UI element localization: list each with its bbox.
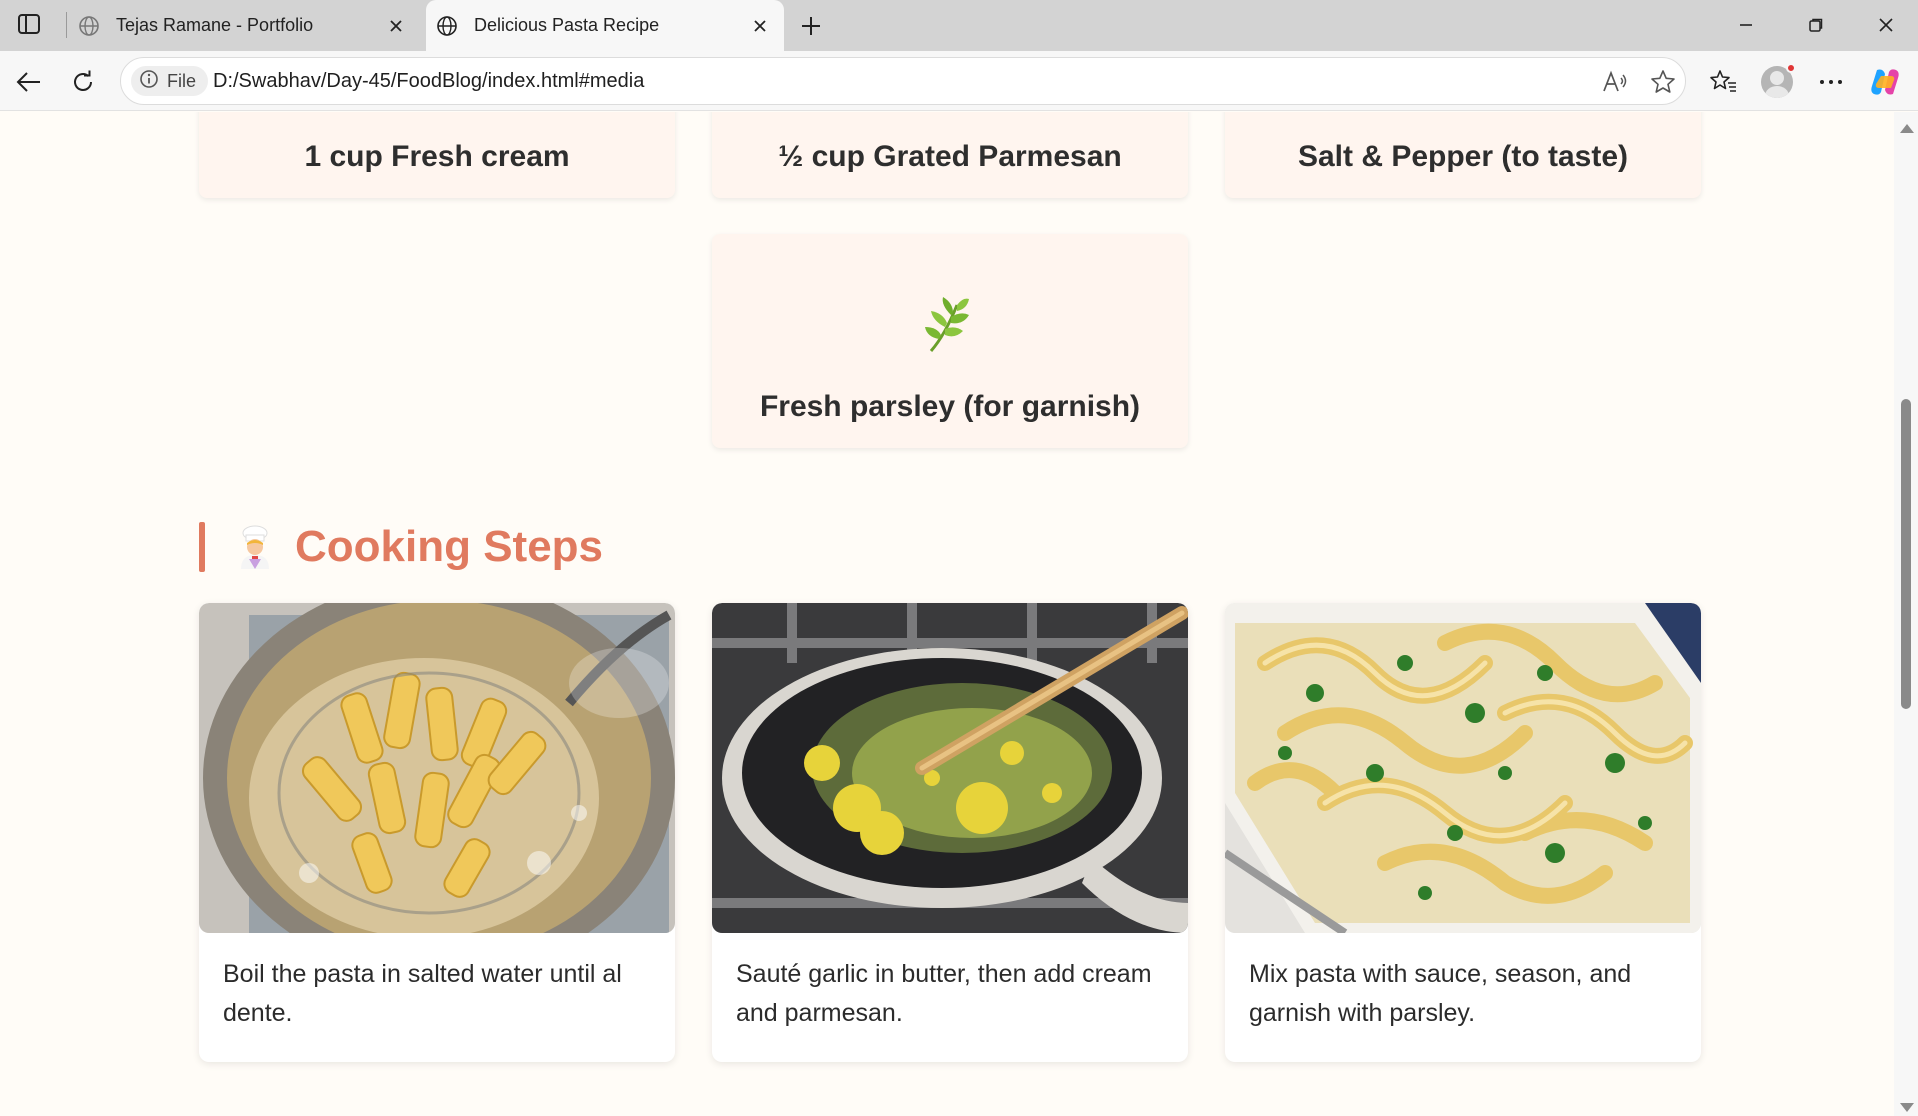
- close-window-icon[interactable]: [1866, 8, 1906, 42]
- close-icon[interactable]: [382, 12, 410, 40]
- ingredient-card: Salt & Pepper (to taste): [1225, 112, 1701, 198]
- step-description: Boil the pasta in salted water until al …: [223, 960, 622, 1027]
- tab-title: Tejas Ramane - Portfolio: [116, 15, 314, 35]
- close-icon[interactable]: [746, 12, 774, 40]
- url-text[interactable]: D:/Swabhav/Day-45/FoodBlog/index.html#me…: [213, 70, 644, 93]
- favorites-icon[interactable]: [1706, 65, 1740, 99]
- ingredient-card: ½ cup Grated Parmesan: [712, 112, 1188, 198]
- scroll-down-arrow-icon[interactable]: [1900, 1103, 1914, 1112]
- step-card: Mix pasta with sauce, season, and garnis…: [1225, 603, 1701, 1062]
- sidebar-icon[interactable]: [16, 12, 42, 36]
- info-icon: [139, 69, 159, 94]
- finished-fettuccine-photo: [1225, 603, 1701, 933]
- more-icon[interactable]: [1814, 65, 1848, 99]
- herb-icon: [923, 295, 977, 360]
- site-info-chip[interactable]: File: [131, 66, 209, 96]
- restore-icon[interactable]: [1796, 8, 1836, 42]
- address-bar[interactable]: File D:/Swabhav/Day-45/FoodBlog/index.ht…: [120, 57, 1686, 105]
- pasta-boiling-photo: [199, 603, 675, 933]
- notification-dot: [1786, 63, 1796, 73]
- page-scrollbar[interactable]: [1894, 112, 1918, 1116]
- ingredient-label: Fresh parsley (for garnish): [759, 390, 1141, 423]
- garlic-butter-pan-photo: [712, 603, 1188, 933]
- back-icon[interactable]: [12, 65, 46, 99]
- ingredient-card: 1 cup Fresh cream: [199, 112, 675, 198]
- minimize-icon[interactable]: [1726, 8, 1766, 42]
- step-description: Sauté garlic in butter, then add cream a…: [736, 960, 1152, 1027]
- page-viewport: 1 cup Fresh cream ½ cup Grated Parmesan …: [6, 112, 1894, 1116]
- read-aloud-icon[interactable]: [1599, 66, 1631, 98]
- section-title: Cooking Steps: [295, 522, 604, 571]
- star-icon[interactable]: [1647, 66, 1679, 98]
- ingredient-card: Fresh parsley (for garnish): [712, 234, 1188, 448]
- section-heading: Cooking Steps: [199, 522, 603, 572]
- chef-icon: [235, 525, 275, 569]
- plus-icon[interactable]: [795, 10, 827, 42]
- profile-icon[interactable]: [1760, 63, 1796, 99]
- scroll-thumb[interactable]: [1901, 399, 1911, 709]
- tab-portfolio[interactable]: Tejas Ramane - Portfolio: [68, 0, 420, 51]
- file-label: File: [167, 70, 197, 91]
- tab-strip: Tejas Ramane - Portfolio Delicious Pasta…: [0, 0, 1918, 51]
- refresh-icon[interactable]: [66, 65, 100, 99]
- copilot-icon[interactable]: [1868, 65, 1902, 99]
- step-card: Boil the pasta in salted water until al …: [199, 603, 675, 1062]
- globe-icon: [436, 15, 458, 37]
- heading-accent-bar: [199, 522, 205, 572]
- globe-icon: [78, 15, 100, 37]
- step-description: Mix pasta with sauce, season, and garnis…: [1249, 960, 1632, 1027]
- step-card: Sauté garlic in butter, then add cream a…: [712, 603, 1188, 1062]
- tab-pasta-recipe[interactable]: Delicious Pasta Recipe: [426, 0, 784, 51]
- ingredient-label: Salt & Pepper (to taste): [1297, 140, 1629, 173]
- ingredient-label: ½ cup Grated Parmesan: [778, 140, 1122, 173]
- tab-title: Delicious Pasta Recipe: [474, 15, 660, 35]
- ingredient-label: 1 cup Fresh cream: [304, 140, 570, 173]
- browser-toolbar: File D:/Swabhav/Day-45/FoodBlog/index.ht…: [0, 51, 1918, 111]
- tab-separator: [66, 12, 67, 38]
- scroll-up-arrow-icon[interactable]: [1900, 124, 1914, 133]
